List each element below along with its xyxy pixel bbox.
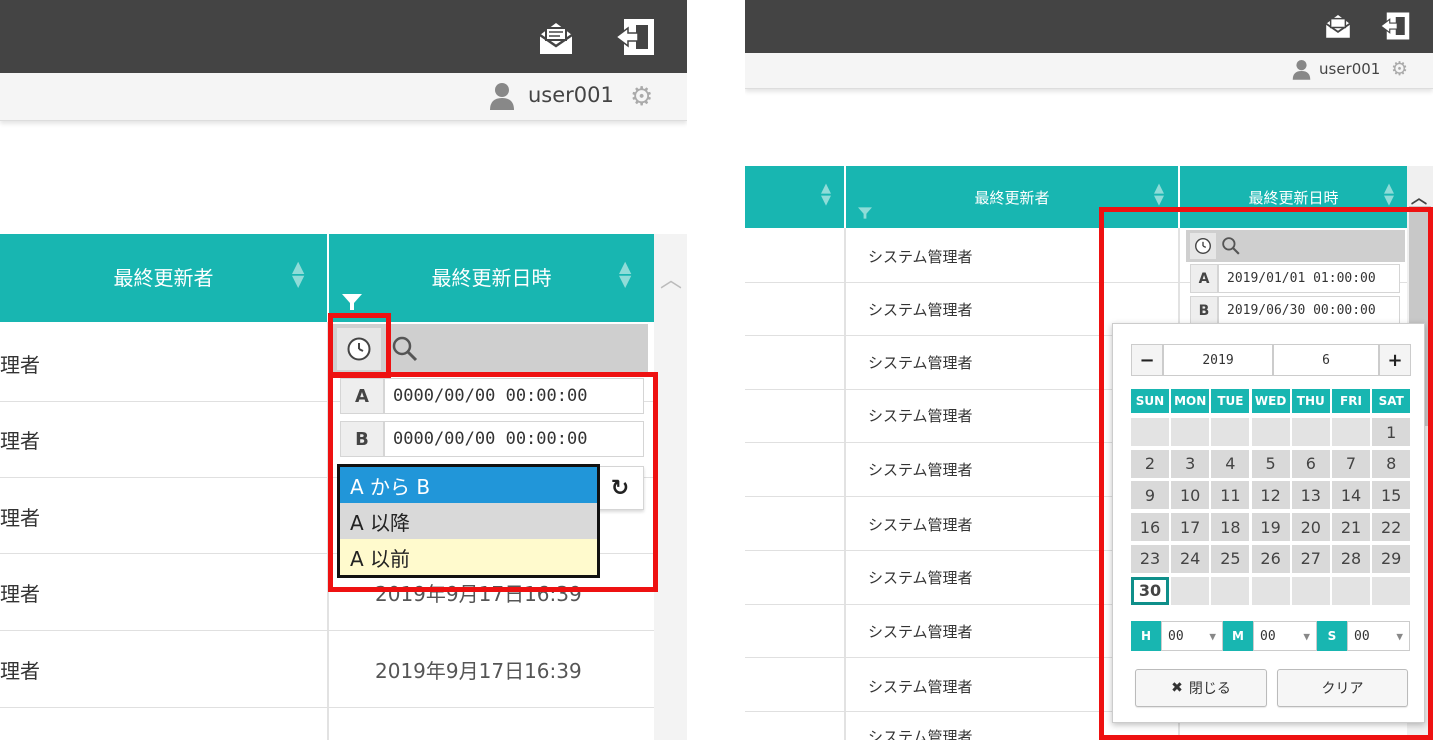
cell-author: システム管理者 (868, 678, 973, 696)
left-panel: user001 ⚙ 最終更新者 ▲ ▼ 最終更新日時 ▲ ▼ ︿ 理者 理者 理者 … (0, 0, 687, 740)
column-header-datetime-label: 最終更新日時 (1248, 189, 1339, 207)
top-bar (745, 0, 1433, 53)
row-divider (0, 707, 654, 708)
column-divider (844, 228, 846, 740)
scroll-up-icon[interactable]: ︿ (1411, 184, 1427, 208)
search-icon (392, 336, 418, 362)
row-divider (0, 630, 654, 631)
cell-author: システム管理者 (868, 461, 973, 479)
cell-author: 理者 (0, 659, 40, 683)
sort-icon[interactable]: ▲ ▼ (1384, 182, 1394, 207)
highlight-box (328, 372, 658, 592)
gear-icon[interactable]: ⚙ (630, 82, 653, 112)
logout-icon[interactable] (1377, 10, 1413, 42)
mail-icon[interactable] (1321, 10, 1355, 42)
column-header-prev[interactable]: ▲ ▼ (745, 166, 844, 228)
user-bar: user001 ⚙ (745, 53, 1433, 89)
filter-icon[interactable] (341, 292, 363, 312)
filter-icon[interactable] (857, 206, 873, 220)
user-bar: user001 ⚙ (0, 73, 687, 121)
sort-icon[interactable]: ▲ ▼ (1154, 182, 1164, 207)
user-icon (490, 83, 514, 110)
cell-author: 理者 (0, 353, 40, 377)
scroll-up-icon[interactable]: ︿ (660, 262, 682, 294)
column-header-author-label: 最終更新者 (974, 189, 1050, 207)
column-header-author[interactable]: 最終更新者 ▲ ▼ (0, 234, 327, 322)
mail-icon[interactable] (534, 18, 578, 58)
cell-author: 理者 (0, 582, 40, 606)
search-button[interactable] (385, 328, 425, 370)
cell-author: 理者 (0, 429, 40, 453)
cell-datetime: 2019年9月17日16:39 (375, 659, 582, 683)
user-icon (1292, 60, 1311, 80)
cell-author: システム管理者 (868, 354, 973, 372)
highlight-box (1099, 207, 1433, 740)
sort-icon[interactable]: ▲ ▼ (619, 259, 631, 289)
top-bar (0, 0, 687, 73)
cell-author: システム管理者 (868, 623, 973, 641)
column-header-datetime-label: 最終更新日時 (431, 266, 552, 290)
cell-author: システム管理者 (868, 248, 973, 266)
cell-author: システム管理者 (868, 569, 973, 587)
cell-author: システム管理者 (868, 728, 973, 740)
cell-author: システム管理者 (868, 516, 973, 534)
gear-icon[interactable]: ⚙ (1391, 58, 1408, 80)
logout-icon[interactable] (612, 16, 658, 58)
cell-author: システム管理者 (868, 407, 973, 425)
column-header-datetime[interactable]: 最終更新日時 ▲ ▼ (329, 234, 654, 322)
scrollbar-track[interactable]: ︿ (654, 234, 687, 740)
user-name[interactable]: user001 (528, 83, 614, 107)
cell-author: 理者 (0, 506, 40, 530)
cell-author: システム管理者 (868, 301, 973, 319)
user-name[interactable]: user001 (1319, 60, 1380, 78)
highlight-box (328, 313, 391, 378)
sort-icon[interactable]: ▲ ▼ (292, 259, 304, 289)
right-panel: user001 ⚙ ▲ ▼ 最終更新者 ▲ ▼ 最終更新日時 ▲ ▼ ︿ システム管理… (745, 0, 1433, 740)
sort-icon[interactable]: ▲ ▼ (821, 182, 831, 207)
column-header-author-label: 最終更新者 (113, 266, 214, 290)
